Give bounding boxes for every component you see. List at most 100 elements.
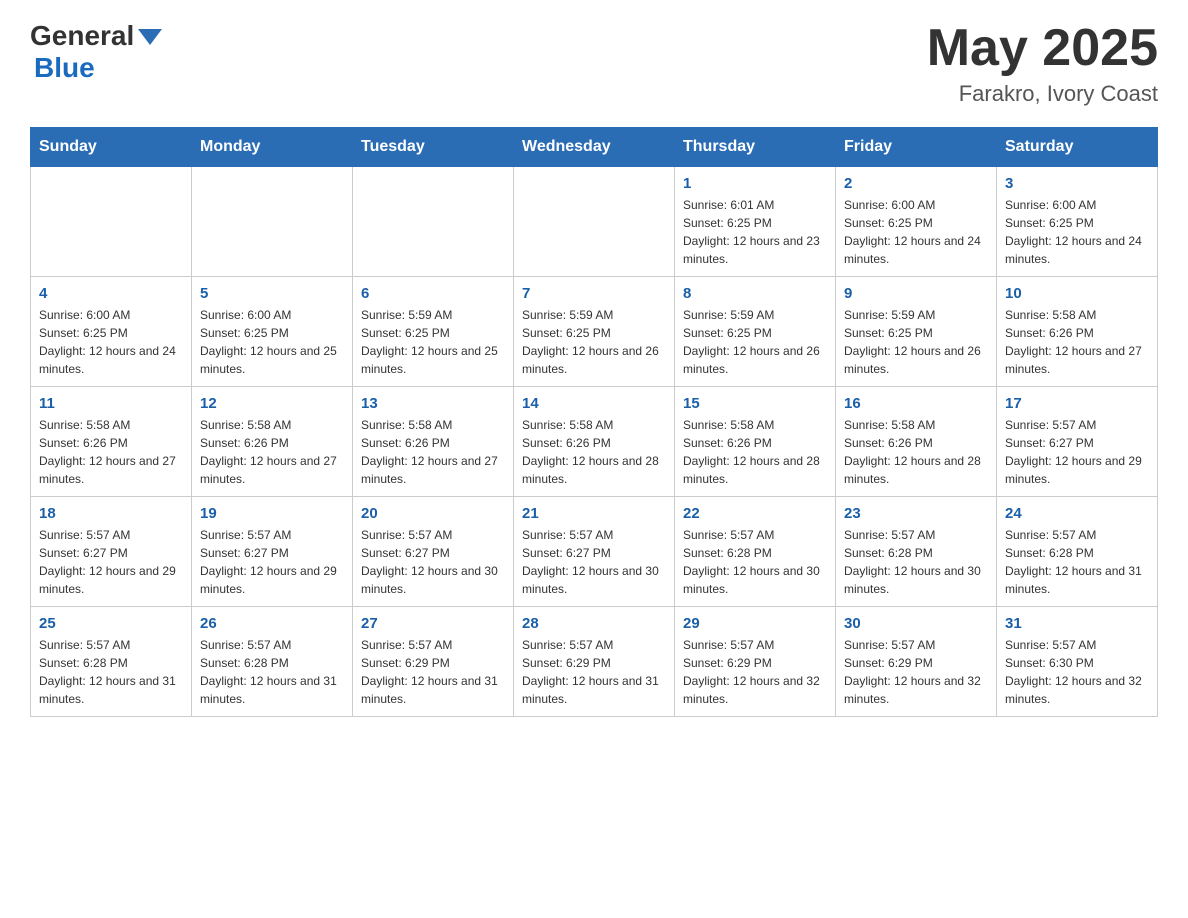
day-cell: 17 Sunrise: 5:57 AM Sunset: 6:27 PM Dayli… [997,387,1158,497]
day-number: 28 [522,615,666,632]
day-cell: 1 Sunrise: 6:01 AM Sunset: 6:25 PM Daylig… [675,167,836,277]
day-cell: 26 Sunrise: 5:57 AM Sunset: 6:28 PM Dayli… [192,607,353,717]
logo: General Blue [30,20,162,84]
day-cell: 15 Sunrise: 5:58 AM Sunset: 6:26 PM Dayli… [675,387,836,497]
calendar-table: SundayMondayTuesdayWednesdayThursdayFrid… [30,127,1158,717]
day-cell: 18 Sunrise: 5:57 AM Sunset: 6:27 PM Dayli… [31,497,192,607]
day-cell: 27 Sunrise: 5:57 AM Sunset: 6:29 PM Dayli… [353,607,514,717]
day-cell: 31 Sunrise: 5:57 AM Sunset: 6:30 PM Dayli… [997,607,1158,717]
day-number: 13 [361,395,505,412]
week-row-3: 11Sunrise: 5:58 AM Sunset: 6:26 PM Dayli… [31,387,1158,497]
day-info: Sunrise: 5:59 AM Sunset: 6:25 PM Dayligh… [361,306,505,378]
day-cell: 29 Sunrise: 5:57 AM Sunset: 6:29 PM Dayli… [675,607,836,717]
week-row-1: 1 Sunrise: 6:01 AM Sunset: 6:25 PM Daylig… [31,167,1158,277]
day-info: Sunrise: 5:57 AM Sunset: 6:29 PM Dayligh… [361,636,505,708]
day-cell: 13Sunrise: 5:58 AM Sunset: 6:26 PM Dayli… [353,387,514,497]
day-number: 23 [844,505,988,522]
day-info: Sunrise: 5:58 AM Sunset: 6:26 PM Dayligh… [1005,306,1149,378]
day-cell: 5 Sunrise: 6:00 AM Sunset: 6:25 PM Daylig… [192,277,353,387]
day-cell: 8Sunrise: 5:59 AM Sunset: 6:25 PM Daylig… [675,277,836,387]
day-info: Sunrise: 5:57 AM Sunset: 6:28 PM Dayligh… [39,636,183,708]
header-row: SundayMondayTuesdayWednesdayThursdayFrid… [31,128,1158,167]
day-info: Sunrise: 6:01 AM Sunset: 6:25 PM Dayligh… [683,196,827,268]
header-cell-monday: Monday [192,128,353,167]
day-number: 15 [683,395,827,412]
day-info: Sunrise: 5:57 AM Sunset: 6:27 PM Dayligh… [39,526,183,598]
day-number: 5 [200,285,344,302]
day-number: 22 [683,505,827,522]
logo-text-block: General Blue [30,20,162,84]
day-info: Sunrise: 5:57 AM Sunset: 6:27 PM Dayligh… [1005,416,1149,488]
header-cell-sunday: Sunday [31,128,192,167]
day-number: 17 [1005,395,1149,412]
day-number: 16 [844,395,988,412]
day-info: Sunrise: 6:00 AM Sunset: 6:25 PM Dayligh… [200,306,344,378]
day-cell: 10 Sunrise: 5:58 AM Sunset: 6:26 PM Dayli… [997,277,1158,387]
day-cell: 12Sunrise: 5:58 AM Sunset: 6:26 PM Dayli… [192,387,353,497]
header-cell-friday: Friday [836,128,997,167]
week-row-5: 25 Sunrise: 5:57 AM Sunset: 6:28 PM Dayli… [31,607,1158,717]
day-number: 29 [683,615,827,632]
day-cell: 2 Sunrise: 6:00 AM Sunset: 6:25 PM Daylig… [836,167,997,277]
day-info: Sunrise: 5:58 AM Sunset: 6:26 PM Dayligh… [522,416,666,488]
day-number: 9 [844,285,988,302]
day-info: Sunrise: 5:57 AM Sunset: 6:27 PM Dayligh… [522,526,666,598]
day-number: 30 [844,615,988,632]
header-cell-wednesday: Wednesday [514,128,675,167]
day-cell: 24 Sunrise: 5:57 AM Sunset: 6:28 PM Dayli… [997,497,1158,607]
day-number: 4 [39,285,183,302]
day-info: Sunrise: 5:59 AM Sunset: 6:25 PM Dayligh… [522,306,666,378]
day-cell: 25 Sunrise: 5:57 AM Sunset: 6:28 PM Dayli… [31,607,192,717]
header-cell-tuesday: Tuesday [353,128,514,167]
day-cell [353,167,514,277]
day-info: Sunrise: 5:58 AM Sunset: 6:26 PM Dayligh… [844,416,988,488]
day-info: Sunrise: 5:58 AM Sunset: 6:26 PM Dayligh… [683,416,827,488]
day-info: Sunrise: 5:57 AM Sunset: 6:28 PM Dayligh… [200,636,344,708]
logo-general: General [30,20,134,52]
day-cell: 22 Sunrise: 5:57 AM Sunset: 6:28 PM Dayli… [675,497,836,607]
logo-blue: Blue [34,52,95,83]
day-cell: 9 Sunrise: 5:59 AM Sunset: 6:25 PM Daylig… [836,277,997,387]
day-number: 25 [39,615,183,632]
day-number: 8 [683,285,827,302]
day-number: 20 [361,505,505,522]
day-info: Sunrise: 5:57 AM Sunset: 6:30 PM Dayligh… [1005,636,1149,708]
day-info: Sunrise: 5:57 AM Sunset: 6:29 PM Dayligh… [844,636,988,708]
month-year-title: May 2025 [927,20,1158,77]
day-cell [31,167,192,277]
day-cell: 28 Sunrise: 5:57 AM Sunset: 6:29 PM Dayli… [514,607,675,717]
header-cell-saturday: Saturday [997,128,1158,167]
title-block: May 2025 Farakro, Ivory Coast [927,20,1158,107]
week-row-4: 18 Sunrise: 5:57 AM Sunset: 6:27 PM Dayli… [31,497,1158,607]
day-info: Sunrise: 6:00 AM Sunset: 6:25 PM Dayligh… [844,196,988,268]
day-info: Sunrise: 5:57 AM Sunset: 6:28 PM Dayligh… [844,526,988,598]
day-number: 18 [39,505,183,522]
day-info: Sunrise: 5:57 AM Sunset: 6:27 PM Dayligh… [200,526,344,598]
day-number: 26 [200,615,344,632]
calendar-header: SundayMondayTuesdayWednesdayThursdayFrid… [31,128,1158,167]
day-cell: 21 Sunrise: 5:57 AM Sunset: 6:27 PM Dayli… [514,497,675,607]
day-number: 1 [683,175,827,192]
day-number: 14 [522,395,666,412]
day-info: Sunrise: 6:00 AM Sunset: 6:25 PM Dayligh… [39,306,183,378]
day-info: Sunrise: 5:57 AM Sunset: 6:27 PM Dayligh… [361,526,505,598]
day-cell: 3Sunrise: 6:00 AM Sunset: 6:25 PM Daylig… [997,167,1158,277]
day-info: Sunrise: 5:59 AM Sunset: 6:25 PM Dayligh… [844,306,988,378]
day-cell: 7Sunrise: 5:59 AM Sunset: 6:25 PM Daylig… [514,277,675,387]
day-number: 2 [844,175,988,192]
day-info: Sunrise: 5:57 AM Sunset: 6:29 PM Dayligh… [522,636,666,708]
day-number: 27 [361,615,505,632]
day-number: 21 [522,505,666,522]
day-number: 10 [1005,285,1149,302]
calendar-body: 1 Sunrise: 6:01 AM Sunset: 6:25 PM Daylig… [31,167,1158,717]
day-number: 3 [1005,175,1149,192]
day-info: Sunrise: 5:57 AM Sunset: 6:29 PM Dayligh… [683,636,827,708]
day-info: Sunrise: 5:57 AM Sunset: 6:28 PM Dayligh… [1005,526,1149,598]
day-cell: 11Sunrise: 5:58 AM Sunset: 6:26 PM Dayli… [31,387,192,497]
day-info: Sunrise: 5:57 AM Sunset: 6:28 PM Dayligh… [683,526,827,598]
day-number: 24 [1005,505,1149,522]
page-header: General Blue May 2025 Farakro, Ivory Coa… [30,20,1158,107]
day-cell: 14 Sunrise: 5:58 AM Sunset: 6:26 PM Dayli… [514,387,675,497]
day-number: 31 [1005,615,1149,632]
header-cell-thursday: Thursday [675,128,836,167]
